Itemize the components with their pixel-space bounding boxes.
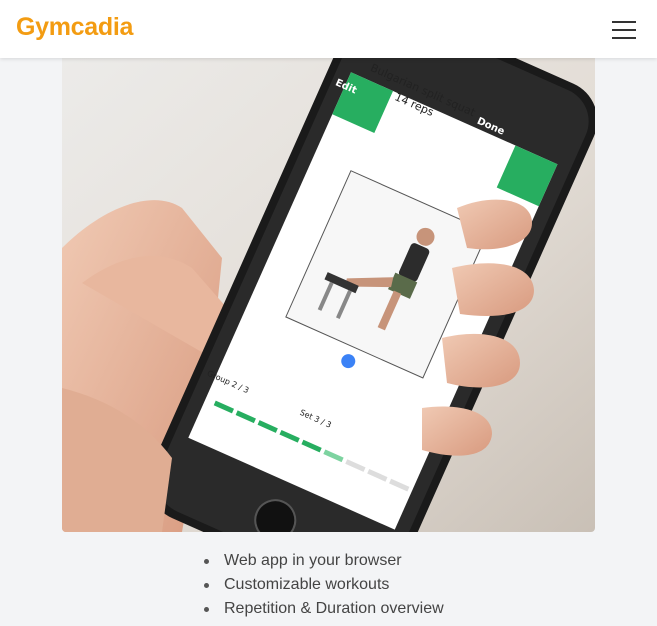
phone-in-hand-illustration: Edit Bulgarian split squat 14 reps Done …: [62, 58, 595, 532]
top-navbar: Gymcadia: [0, 0, 657, 58]
feature-item: Repetition & Duration overview: [204, 597, 657, 621]
hero-image: Edit Bulgarian split squat 14 reps Done …: [62, 58, 595, 532]
feature-item: Customizable workouts: [204, 573, 657, 597]
hamburger-menu-icon[interactable]: [608, 17, 640, 43]
menu-bar: [612, 37, 636, 39]
menu-bar: [612, 29, 636, 31]
menu-bar: [612, 21, 636, 23]
feature-list: Web app in your browser Customizable wor…: [0, 549, 657, 621]
feature-item: Web app in your browser: [204, 549, 657, 573]
brand-logo[interactable]: Gymcadia: [16, 13, 133, 42]
